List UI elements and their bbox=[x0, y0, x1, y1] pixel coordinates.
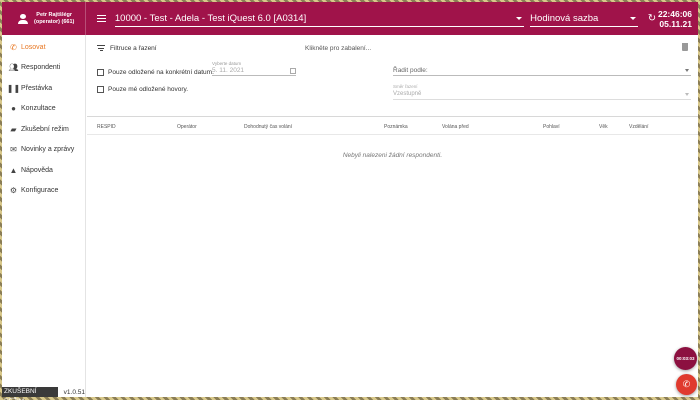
sidebar-item-label: Přestávka bbox=[21, 84, 53, 92]
order-value: Vzestupně bbox=[393, 91, 422, 97]
date-value: 5. 11. 2021 bbox=[212, 67, 245, 74]
sidebar-item-respondenti[interactable]: 👥︎ Respondenti bbox=[2, 58, 85, 79]
column-header[interactable]: Vzdělání bbox=[629, 124, 648, 130]
sidebar-item-label: Respondenti bbox=[21, 64, 61, 72]
menu-icon[interactable] bbox=[96, 15, 106, 22]
checkbox-label: Pouze odložené na konkrétní datum. bbox=[108, 69, 214, 76]
rate-select-value: Hodinová sazba bbox=[530, 12, 599, 24]
timer-button[interactable]: 00:03:03 bbox=[674, 347, 697, 370]
checkbox-box[interactable] bbox=[97, 69, 104, 76]
people-icon: 👥︎ bbox=[8, 63, 19, 73]
column-header[interactable]: Volána před bbox=[442, 124, 469, 130]
column-header[interactable]: RESPID bbox=[97, 124, 116, 130]
rate-select[interactable]: Hodinová sazba bbox=[530, 11, 638, 27]
date-input[interactable]: 5. 11. 2021 bbox=[212, 66, 296, 76]
app-version: v1.0.51 bbox=[63, 388, 85, 396]
column-header[interactable]: Poznámka bbox=[384, 124, 408, 130]
chevron-down-icon bbox=[629, 16, 636, 20]
clock-time: 22:46:06 bbox=[657, 8, 692, 19]
column-header[interactable]: Operátor bbox=[177, 124, 197, 130]
empty-message: Nebyli nalezeni žádní respondenti. bbox=[342, 152, 443, 159]
sidebar-item-label: Losovat bbox=[21, 43, 46, 51]
gear-icon: ⚙ bbox=[9, 186, 18, 196]
table-header: RESPID Operátor Dohodnutý čas volání Poz… bbox=[87, 119, 698, 135]
phone-icon: ✆ bbox=[10, 42, 17, 52]
sidebar-item-label: Nápověda bbox=[21, 166, 53, 174]
filter-icon bbox=[97, 45, 105, 51]
order-select[interactable]: Směr řazení Vzestupně bbox=[393, 84, 691, 100]
collapse-hint[interactable]: Klikněte pro zabalení... bbox=[305, 45, 371, 52]
call-button[interactable]: ✆ bbox=[676, 374, 697, 395]
chevron-down-icon bbox=[516, 16, 523, 20]
user-icon bbox=[18, 13, 28, 24]
sidebar: ✆ Losovat 👥︎ Respondenti ❚❚ Přestávka ● … bbox=[2, 35, 86, 400]
sidebar-item-napoveda[interactable]: ▲ Nápověda bbox=[2, 160, 85, 181]
my-postponed-checkbox[interactable]: Pouze mé odložené hovory. bbox=[97, 86, 188, 93]
sort-label: Řadit podle: bbox=[393, 66, 428, 74]
test-mode-badge: ZKUŠEBNÍ REŽIM bbox=[2, 387, 58, 400]
app-header: Petr Rajtšlégr (operator) (661) 10000 - … bbox=[2, 2, 698, 35]
postponed-date-checkbox[interactable]: Pouze odložené na konkrétní datum. bbox=[97, 69, 214, 76]
trash-icon[interactable] bbox=[682, 43, 688, 51]
filter-title: Filtruce a řazení bbox=[110, 44, 157, 52]
sidebar-item-label: Zkušební režim bbox=[21, 125, 69, 133]
phone-icon: ✆ bbox=[682, 379, 691, 389]
user-info: Petr Rajtšlégr (operator) (661) bbox=[34, 12, 74, 26]
sidebar-item-label: Konzultace bbox=[21, 105, 56, 113]
sidebar-item-label: Novinky a zprávy bbox=[21, 146, 75, 154]
sidebar-item-losovat[interactable]: ✆ Losovat bbox=[2, 37, 85, 58]
car-icon: ▰ bbox=[10, 124, 17, 134]
chevron-down-icon bbox=[685, 69, 689, 72]
sidebar-item-konfigurace[interactable]: ⚙ Konfigurace bbox=[2, 181, 85, 202]
divider bbox=[87, 116, 698, 117]
user-box[interactable]: Petr Rajtšlégr (operator) (661) bbox=[2, 2, 86, 35]
sidebar-item-label: Konfigurace bbox=[21, 187, 59, 195]
date-field[interactable]: Vyberte datum 5. 11. 2021 bbox=[212, 61, 296, 76]
column-header[interactable]: Věk bbox=[599, 124, 608, 130]
sidebar-item-novinky[interactable]: ✉ Novinky a zprávy bbox=[2, 140, 85, 161]
clock-date: 05.11.21 bbox=[659, 18, 692, 29]
main-content: Filtruce a řazení Klikněte pro zabalení.… bbox=[87, 35, 698, 397]
filter-header[interactable]: Filtruce a řazení Klikněte pro zabalení.… bbox=[97, 43, 688, 53]
school-icon: ▲ bbox=[9, 165, 18, 175]
app-frame: Petr Rajtšlégr (operator) (661) 10000 - … bbox=[2, 2, 698, 400]
project-select[interactable]: 10000 - Test - Adela - Test iQuest 6.0 [… bbox=[114, 11, 525, 27]
sidebar-item-zkusebni-rezim[interactable]: ▰ Zkušební režim bbox=[2, 119, 85, 140]
order-label: Směr řazení bbox=[393, 84, 418, 89]
checkbox-box[interactable] bbox=[97, 86, 104, 93]
column-header[interactable]: Dohodnutý čas volání bbox=[244, 124, 292, 130]
pause-icon: ❚❚ bbox=[6, 83, 21, 93]
timer-value: 00:03:03 bbox=[676, 356, 695, 361]
chevron-down-icon bbox=[685, 93, 689, 96]
calendar-icon[interactable] bbox=[290, 68, 296, 74]
sidebar-item-konzultace[interactable]: ● Konzultace bbox=[2, 99, 85, 120]
group-icon: ● bbox=[11, 104, 16, 114]
user-name: Petr Rajtšlégr bbox=[36, 11, 73, 18]
clock: 22:46:06 05.11.21 bbox=[658, 9, 692, 29]
checkbox-label: Pouze mé odložené hovory. bbox=[108, 86, 189, 93]
sort-select[interactable]: Řadit podle: bbox=[393, 65, 691, 76]
column-header[interactable]: Pohlaví bbox=[543, 124, 560, 130]
user-role: (operator) (661) bbox=[34, 18, 75, 25]
refresh-icon[interactable]: ↻ bbox=[646, 13, 658, 25]
project-select-value: 10000 - Test - Adela - Test iQuest 6.0 [… bbox=[114, 12, 307, 24]
mail-icon: ✉ bbox=[10, 145, 17, 155]
version-row: ZKUŠEBNÍ REŽIM v1.0.51 bbox=[2, 387, 85, 400]
sidebar-item-prestavka[interactable]: ❚❚ Přestávka bbox=[2, 78, 85, 99]
